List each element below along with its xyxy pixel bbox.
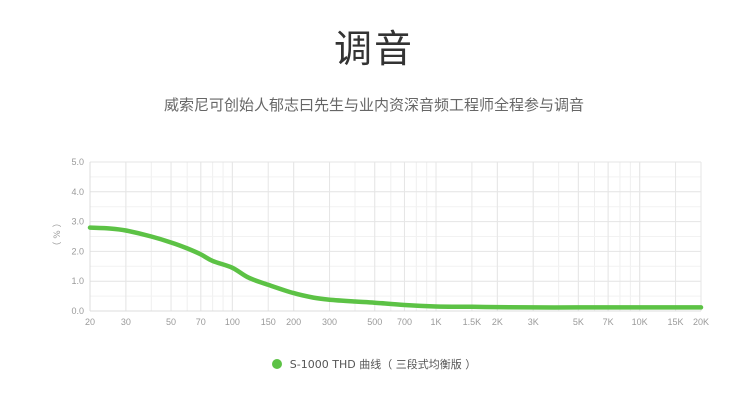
y-axis-label: （ % ） xyxy=(52,218,63,250)
y-tick-label: 1.0 xyxy=(71,276,84,286)
x-tick-label: 50 xyxy=(166,317,176,327)
y-tick-label: 4.0 xyxy=(71,187,84,197)
x-tick-label: 70 xyxy=(196,317,206,327)
x-tick-label: 30 xyxy=(121,317,131,327)
y-tick-label: 5.0 xyxy=(71,157,84,167)
series-line-thd xyxy=(87,225,704,310)
x-axis-ticks: 20 30 50 70 100 150 200 300 500 700 1K 1.5K 2K 3K 5K 7K… xyxy=(85,317,709,327)
chart-legend: S-1000 THD 曲线（ 三段式均衡版 ） xyxy=(0,356,748,372)
y-tick-label: 3.0 xyxy=(71,217,84,227)
legend-marker xyxy=(271,359,282,369)
x-tick-label: 20 xyxy=(85,317,95,327)
legend-label: S-1000 THD 曲线（ 三段式均衡版 ） xyxy=(289,358,477,371)
x-tick-label: 200 xyxy=(286,317,301,327)
y-tick-label: 0.0 xyxy=(71,306,84,316)
thd-chart: 0.0 1.0 2.0 3.0 4.0 5.0 20 30 50 70 100 150 200 300 5… xyxy=(52,157,709,327)
y-tick-label: 2.0 xyxy=(71,246,84,256)
x-tick-label: 7K xyxy=(603,317,614,327)
x-tick-label: 15K xyxy=(668,317,684,327)
x-tick-label: 300 xyxy=(322,317,337,327)
x-tick-label: 1K xyxy=(431,317,442,327)
chart-grid xyxy=(89,161,702,312)
x-tick-label: 2K xyxy=(492,317,503,327)
x-tick-label: 150 xyxy=(261,317,276,327)
x-tick-label: 10K xyxy=(632,317,648,327)
x-tick-label: 700 xyxy=(397,317,412,327)
chart-series xyxy=(87,225,704,310)
y-axis-ticks: 0.0 1.0 2.0 3.0 4.0 5.0 xyxy=(71,157,84,316)
x-tick-label: 1.5K xyxy=(463,317,482,327)
x-tick-label: 20K xyxy=(693,317,709,327)
x-tick-label: 500 xyxy=(367,317,382,327)
x-tick-label: 100 xyxy=(225,317,240,327)
x-tick-label: 5K xyxy=(573,317,584,327)
x-tick-label: 3K xyxy=(528,317,539,327)
